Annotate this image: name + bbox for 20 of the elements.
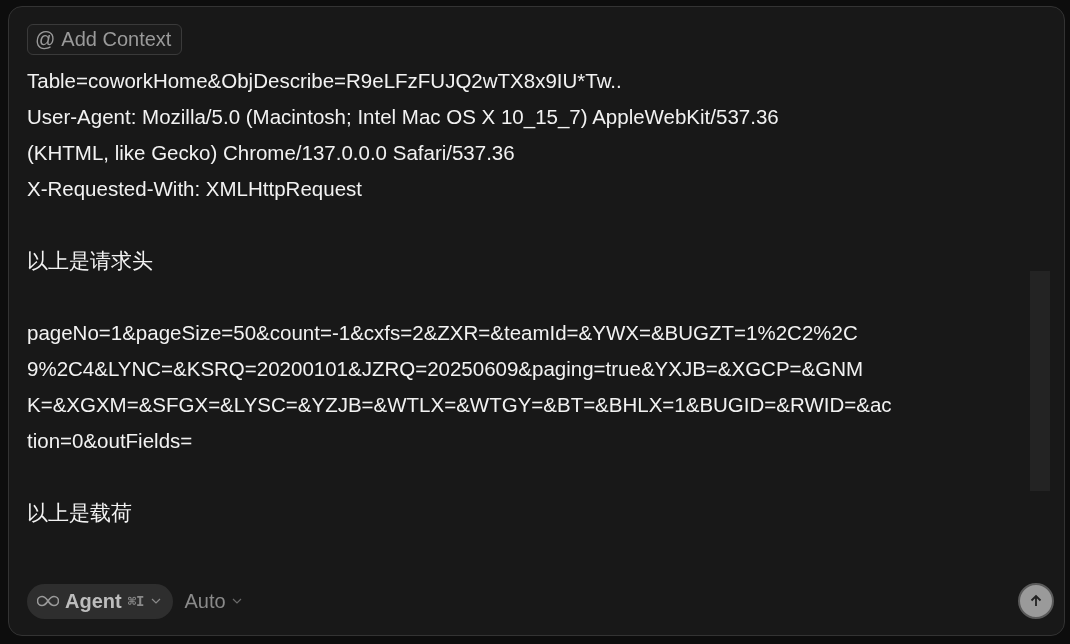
message-text-line: (KHTML, like Gecko) Chrome/137.0.0.0 Safari/537.36 [27, 140, 515, 166]
message-text-line: 以上是请求头 [27, 248, 153, 274]
arrow-up-icon [1028, 593, 1044, 609]
message-text-line: tion=0&outFields= [27, 428, 193, 454]
message-text-line: K=&XGXM=&SFGX=&LYSC=&YZJB=&WTLX=&WTGY=&BT=&BHLX=1&BUGID=&RWID=&ac [27, 392, 892, 418]
shortcut-label: ⌘I [127, 593, 145, 609]
send-button[interactable] [1018, 583, 1054, 619]
chevron-down-icon [231, 598, 242, 604]
model-select[interactable]: Auto [184, 589, 242, 613]
infinity-icon [37, 595, 59, 607]
message-text-line: Table=coworkHome&ObjDescribe=R9eLFzFUJQ2wTX8x9IU*Tw.. [27, 68, 622, 94]
agent-label: Agent [65, 589, 122, 613]
chevron-down-icon [150, 598, 161, 604]
message-text-line: pageNo=1&pageSize=50&count=-1&cxfs=2&ZXR=&teamId=&YWX=&BUGZT=1%2C2%2C [27, 320, 858, 346]
message-text-line: X-Requested-With: XMLHttpRequest [27, 176, 362, 202]
message-text-line: 以上是载荷 [27, 500, 132, 526]
message-text-line: 9%2C4&LYNC=&KSRQ=20200101&JZRQ=20250609&paging=true&YXJB=&XGCP=&GNM [27, 356, 864, 382]
agent-mode-button[interactable]: Agent ⌘I [27, 583, 173, 619]
message-text-line: User-Agent: Mozilla/5.0 (Macintosh; Intel Mac OS X 10_15_7) AppleWebKit/537.36 [27, 104, 779, 131]
add-context-button[interactable]: @ Add Context [27, 24, 183, 55]
